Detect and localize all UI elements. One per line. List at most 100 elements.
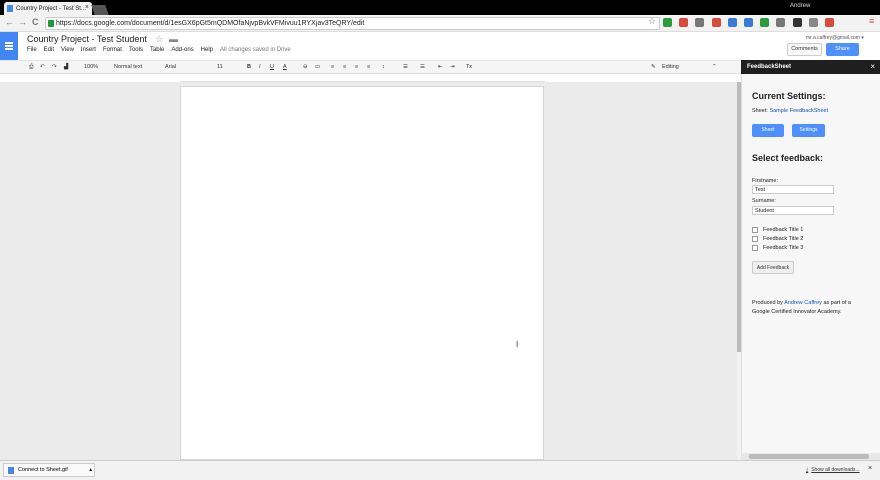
credits-text: Produced by Andrew Caffrey as part of a … — [752, 299, 877, 317]
undo-icon[interactable]: ↶ — [40, 64, 45, 70]
extension-icon[interactable] — [744, 18, 753, 27]
extension-icon[interactable] — [808, 18, 818, 27]
align-left-icon[interactable]: ≡ — [331, 64, 334, 70]
clear-formatting-icon[interactable]: Tx — [466, 64, 472, 70]
menu-view[interactable]: View — [61, 47, 74, 53]
author-link[interactable]: Andrew Caffrey — [784, 300, 822, 306]
comments-button[interactable]: Comments — [787, 43, 822, 56]
close-icon[interactable]: × — [870, 60, 875, 74]
font-size-select[interactable]: 11 — [217, 64, 223, 70]
folder-icon[interactable]: ▬ — [169, 34, 178, 44]
bold-button[interactable]: B — [247, 64, 251, 70]
ruler[interactable] — [180, 74, 545, 82]
extension-icon[interactable] — [727, 18, 737, 27]
increase-indent-icon[interactable]: ⇥ — [450, 64, 455, 70]
chrome-menu-icon[interactable]: ≡ — [869, 16, 874, 26]
pencil-icon: ✎ — [651, 64, 656, 70]
underline-button[interactable]: U — [270, 64, 274, 70]
sheet-name-link[interactable]: Sample FeedbackSheet — [769, 108, 828, 114]
menu-edit[interactable]: Edit — [44, 47, 54, 53]
download-menu-icon[interactable]: ▴ — [89, 464, 92, 476]
feedbacksheet-sidebar: Current Settings: Sheet: Sample Feedback… — [741, 74, 880, 460]
italic-button[interactable]: I — [259, 64, 261, 70]
extension-icon[interactable] — [711, 18, 721, 27]
menu-tools[interactable]: Tools — [129, 47, 143, 53]
download-filename: Connect to Sheet.gif — [18, 467, 68, 473]
docs-home-icon[interactable] — [0, 32, 18, 60]
collapse-icon[interactable]: ⌃ — [712, 64, 717, 70]
settings-button[interactable]: Settings — [792, 124, 825, 137]
credits-post: as part of a — [823, 300, 851, 306]
extension-icon[interactable] — [776, 18, 786, 27]
extension-icon[interactable] — [679, 18, 689, 27]
font-select[interactable]: Arial — [165, 64, 176, 70]
style-select[interactable]: Normal text — [114, 64, 142, 70]
document-page[interactable] — [180, 86, 544, 460]
feedback-option-label[interactable]: Feedback Title 2 — [763, 236, 803, 242]
address-bar[interactable]: https://docs.google.com/document/d/1esGX… — [45, 17, 660, 30]
add-feedback-button[interactable]: Add Feedback — [752, 261, 794, 274]
extension-icon[interactable] — [663, 18, 672, 27]
redo-icon[interactable]: ↷ — [52, 64, 57, 70]
save-status[interactable]: All changes saved in Drive — [220, 47, 291, 53]
zoom-select[interactable]: 100% — [84, 64, 98, 70]
document-title[interactable]: Country Project - Test Student ☆ ▬ — [27, 34, 178, 45]
line-spacing-icon[interactable]: ↕ — [382, 64, 385, 70]
menu-file[interactable]: File — [27, 47, 37, 53]
menu-help[interactable]: Help — [201, 47, 213, 53]
bulleted-list-icon[interactable]: ☰ — [420, 64, 425, 70]
extension-icon[interactable] — [825, 18, 834, 27]
align-center-icon[interactable]: ≡ — [343, 64, 346, 70]
sheet-button[interactable]: Sheet — [752, 124, 784, 137]
close-download-bar-icon[interactable]: × — [868, 465, 872, 472]
download-arrow-icon: ⤓ — [806, 467, 809, 473]
forward-icon[interactable]: → — [18, 17, 27, 27]
feedback-option-label[interactable]: Feedback Title 3 — [763, 245, 803, 251]
insert-comment-icon[interactable]: ▭ — [315, 64, 320, 70]
editing-mode-select[interactable]: Editing — [662, 64, 679, 70]
link-icon[interactable]: ⊖ — [303, 64, 308, 70]
menu-table[interactable]: Table — [150, 47, 164, 53]
share-button[interactable]: Share — [826, 43, 859, 56]
account-email[interactable]: mr.a.caffrey@gmail.com ▾ — [806, 35, 864, 41]
select-feedback-heading: Select feedback: — [752, 153, 824, 163]
print-icon[interactable]: ⎙ — [29, 64, 33, 71]
browser-tab[interactable]: Country Project - Test St... × — [4, 2, 92, 15]
current-settings-heading: Current Settings: — [752, 91, 826, 101]
paint-format-icon[interactable]: ▟ — [64, 64, 68, 70]
docs-toolbar: ⎙ ↶ ↷ ▟ 100% Normal text Arial 11 B I U … — [0, 60, 741, 74]
feedback-option-label[interactable]: Feedback Title 1 — [763, 227, 803, 233]
numbered-list-icon[interactable]: ☰ — [403, 64, 408, 70]
surname-label: Surname: — [752, 198, 776, 204]
align-right-icon[interactable]: ≡ — [355, 64, 358, 70]
reload-icon[interactable]: C — [32, 17, 39, 27]
extension-icon[interactable] — [695, 18, 705, 27]
surname-field[interactable]: Student — [752, 206, 834, 215]
feedback-checkbox[interactable] — [752, 236, 758, 242]
text-color-button[interactable]: A — [283, 64, 287, 70]
browser-titlebar — [0, 0, 880, 15]
text-cursor-icon: I — [516, 340, 519, 349]
back-icon[interactable]: ← — [5, 17, 14, 27]
bookmark-star-icon[interactable]: ☆ — [648, 16, 656, 27]
menu-addons[interactable]: Add-ons — [171, 47, 193, 53]
align-justify-icon[interactable]: ≡ — [367, 64, 370, 70]
feedback-checkbox[interactable] — [752, 245, 758, 251]
extension-icon[interactable] — [760, 18, 770, 27]
sidebar-title: FeedbackSheet — [747, 64, 792, 70]
sidebar-horizontal-scrollbar[interactable] — [741, 453, 880, 460]
sheet-row: Sheet: Sample FeedbackSheet — [752, 108, 828, 114]
menu-insert[interactable]: Insert — [81, 47, 96, 53]
feedback-checkbox[interactable] — [752, 227, 758, 233]
profile-name[interactable]: Andrew — [790, 3, 810, 9]
credits-pre: Produced by — [752, 300, 783, 306]
download-item[interactable]: Connect to Sheet.gif ▴ — [3, 463, 95, 477]
decrease-indent-icon[interactable]: ⇤ — [438, 64, 443, 70]
star-icon[interactable]: ☆ — [155, 34, 163, 44]
lock-icon — [48, 20, 54, 27]
show-all-downloads-link[interactable]: ⤓ Show all downloads... — [806, 467, 860, 473]
menu-format[interactable]: Format — [103, 47, 122, 53]
extension-icon[interactable] — [792, 18, 802, 27]
tab-close-icon[interactable]: × — [85, 4, 89, 11]
firstname-field[interactable]: Test — [752, 185, 834, 194]
